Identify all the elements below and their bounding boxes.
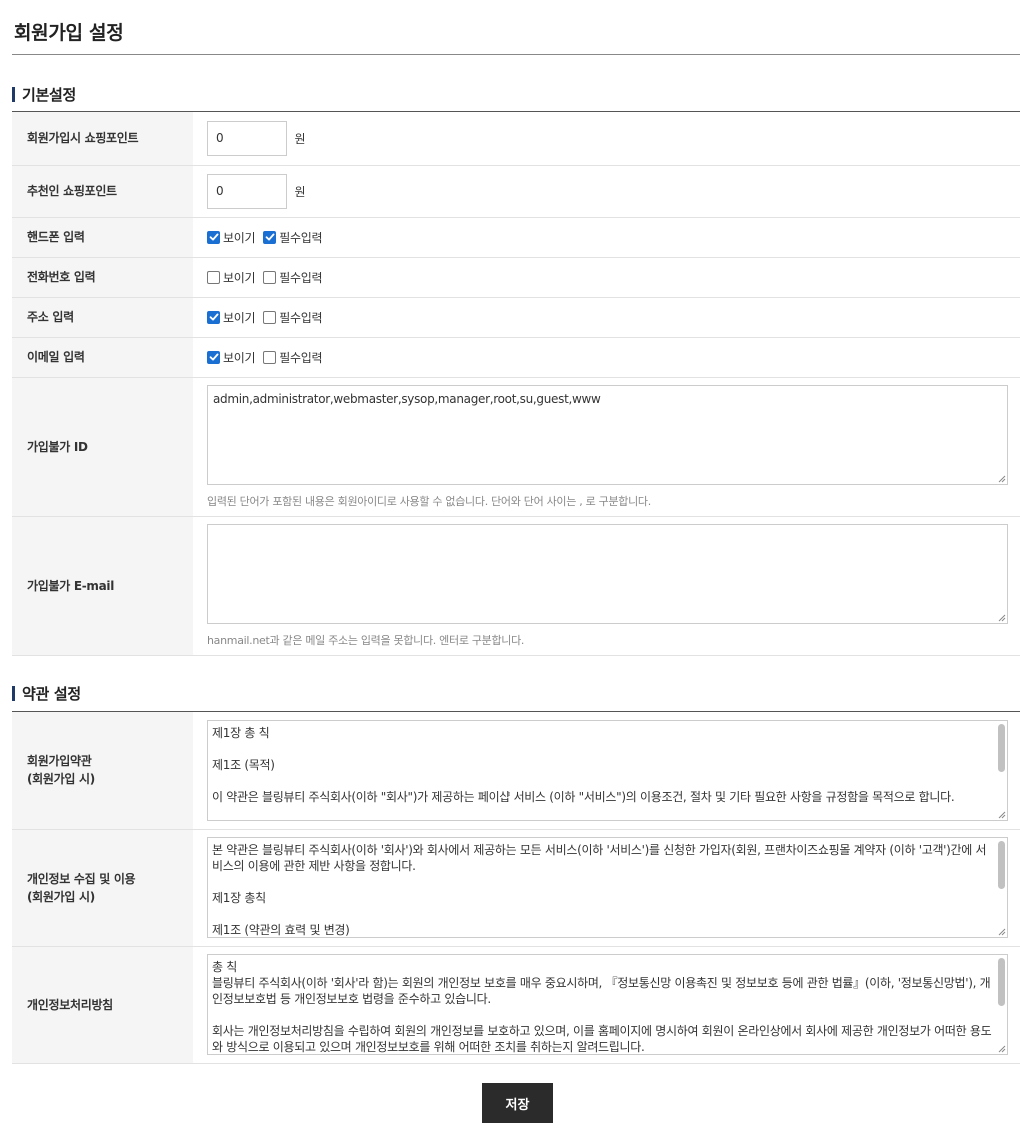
phone-show-label: 보이기 [223, 230, 256, 245]
row-privacy-policy: 개인정보처리방침 총 칙 블링뷰티 주식회사(이하 '회사'라 함)는 회원의 … [12, 946, 1020, 1064]
resize-grip-icon[interactable] [997, 474, 1006, 483]
checkmark-icon [209, 353, 218, 361]
resize-grip-icon[interactable] [997, 927, 1006, 936]
checkbox-box[interactable] [263, 230, 277, 244]
signup-point-unit: 원 [294, 131, 306, 146]
row-signup-terms: 회원가입약관 (회원가입 시) 제1장 총 칙 제1조 (목적) 이 약관은 블링… [12, 712, 1020, 830]
tel-required-label: 필수입력 [279, 270, 323, 285]
phone-label: 핸드폰 입력 [12, 217, 193, 258]
row-banned-id: 가입불가 ID admin,administrator,webmaster,sy… [12, 377, 1020, 517]
row-email: 이메일 입력 보이기 필수입력 [12, 337, 1020, 378]
privacy-policy-textarea[interactable]: 총 칙 블링뷰티 주식회사(이하 '회사'라 함)는 회원의 개인정보 보호를 … [207, 954, 1008, 1055]
section-heading-basic-label: 기본설정 [22, 86, 77, 104]
phone-required-checkbox[interactable]: 필수입력 [263, 229, 323, 246]
privacy-policy-text: 총 칙 블링뷰티 주식회사(이하 '회사'라 함)는 회원의 개인정보 보호를 … [212, 960, 992, 1054]
address-show-label: 보이기 [223, 310, 256, 325]
section-marker [12, 686, 15, 701]
privacy-collect-label: 개인정보 수집 및 이용 (회원가입 시) [12, 829, 193, 947]
row-signup-point: 회원가입시 쇼핑포인트 원 [12, 112, 1020, 166]
checkmark-icon [209, 233, 218, 241]
scrollbar-thumb[interactable] [998, 958, 1005, 1006]
row-referral-point: 추천인 쇼핑포인트 원 [12, 165, 1020, 218]
checkmark-icon [265, 233, 275, 241]
banned-email-help: hanmail.net과 같은 메일 주소는 입력을 못합니다. 엔터로 구분합… [207, 633, 525, 647]
terms-settings-table: 회원가입약관 (회원가입 시) 제1장 총 칙 제1조 (목적) 이 약관은 블링… [12, 712, 1020, 1064]
tel-show-label: 보이기 [223, 270, 256, 285]
signup-point-input[interactable] [207, 120, 287, 156]
referral-point-label: 추천인 쇼핑포인트 [12, 165, 193, 218]
row-address: 주소 입력 보이기 필수입력 [12, 297, 1020, 338]
phone-show-checkbox[interactable]: 보이기 [207, 229, 256, 246]
checkbox-box[interactable] [263, 310, 277, 324]
resize-grip-icon[interactable] [997, 613, 1006, 622]
signup-terms-label-line1: 회원가입약관 [27, 754, 92, 769]
banned-email-textarea[interactable] [207, 523, 1008, 624]
checkbox-box[interactable] [207, 270, 220, 284]
privacy-policy-label: 개인정보처리방침 [12, 946, 193, 1064]
scrollbar-thumb[interactable] [998, 723, 1005, 772]
email-show-label: 보이기 [223, 350, 256, 365]
privacy-collect-label-line1: 개인정보 수집 및 이용 [27, 871, 136, 886]
checkbox-box[interactable] [207, 310, 220, 324]
page-title: 회원가입 설정 [14, 22, 124, 44]
scrollbar-thumb[interactable] [998, 841, 1005, 889]
row-phone: 핸드폰 입력 보이기 필수입력 [12, 217, 1020, 258]
address-label: 주소 입력 [12, 297, 193, 338]
resize-grip-icon[interactable] [997, 1044, 1006, 1053]
address-required-checkbox[interactable]: 필수입력 [263, 309, 323, 326]
banned-id-label: 가입불가 ID [12, 377, 193, 517]
banned-id-help: 입력된 단어가 포함된 내용은 회원아이디로 사용할 수 없습니다. 단어와 단… [207, 494, 651, 508]
signup-terms-label-line2: (회원가입 시) [27, 772, 95, 787]
row-tel: 전화번호 입력 보이기 필수입력 [12, 257, 1020, 298]
section-heading-terms: 약관 설정 [12, 683, 81, 704]
tel-label: 전화번호 입력 [12, 257, 193, 298]
privacy-collect-textarea[interactable]: 본 약관은 블링뷰티 주식회사(이하 '회사')와 회사에서 제공하는 모든 서… [207, 837, 1008, 938]
email-show-checkbox[interactable]: 보이기 [207, 349, 256, 366]
signup-terms-label: 회원가입약관 (회원가입 시) [12, 712, 193, 830]
banned-id-value: admin,administrator,webmaster,sysop,mana… [213, 391, 601, 406]
address-required-label: 필수입력 [279, 310, 323, 325]
row-privacy-collect: 개인정보 수집 및 이용 (회원가입 시) 본 약관은 블링뷰티 주식회사(이하 … [12, 829, 1020, 947]
privacy-collect-text: 본 약관은 블링뷰티 주식회사(이하 '회사')와 회사에서 제공하는 모든 서… [212, 843, 987, 937]
signup-terms-textarea[interactable]: 제1장 총 칙 제1조 (목적) 이 약관은 블링뷰티 주식회사(이하 "회사"… [207, 719, 1008, 821]
banned-id-textarea[interactable]: admin,administrator,webmaster,sysop,mana… [207, 384, 1008, 485]
section-heading-terms-label: 약관 설정 [22, 685, 81, 703]
checkbox-box[interactable] [207, 350, 220, 364]
save-button[interactable]: 저장 [482, 1083, 553, 1123]
email-required-checkbox[interactable]: 필수입력 [263, 349, 323, 366]
phone-required-label: 필수입력 [279, 230, 323, 245]
tel-show-checkbox[interactable]: 보이기 [207, 269, 256, 286]
checkmark-icon [209, 313, 218, 321]
referral-point-unit: 원 [294, 184, 306, 199]
signup-terms-text: 제1장 총 칙 제1조 (목적) 이 약관은 블링뷰티 주식회사(이하 "회사"… [212, 725, 955, 804]
banned-email-label: 가입불가 E-mail [12, 516, 193, 656]
basic-settings-table: 회원가입시 쇼핑포인트 원 추천인 쇼핑포인트 원 핸드폰 입력 보이기 필수입… [12, 112, 1020, 656]
checkbox-box[interactable] [263, 270, 277, 284]
email-required-label: 필수입력 [279, 350, 323, 365]
address-show-checkbox[interactable]: 보이기 [207, 309, 256, 326]
section-marker [12, 87, 15, 102]
row-banned-email: 가입불가 E-mail hanmail.net과 같은 메일 주소는 입력을 못… [12, 516, 1020, 656]
tel-required-checkbox[interactable]: 필수입력 [263, 269, 323, 286]
checkbox-box[interactable] [263, 350, 277, 364]
checkbox-box[interactable] [207, 230, 220, 244]
signup-point-label: 회원가입시 쇼핑포인트 [12, 112, 193, 166]
privacy-collect-label-line2: (회원가입 시) [27, 889, 95, 904]
referral-point-input[interactable] [207, 173, 287, 209]
title-divider [12, 54, 1020, 55]
section-heading-basic: 기본설정 [12, 84, 76, 105]
resize-grip-icon[interactable] [997, 810, 1006, 819]
email-label: 이메일 입력 [12, 337, 193, 378]
